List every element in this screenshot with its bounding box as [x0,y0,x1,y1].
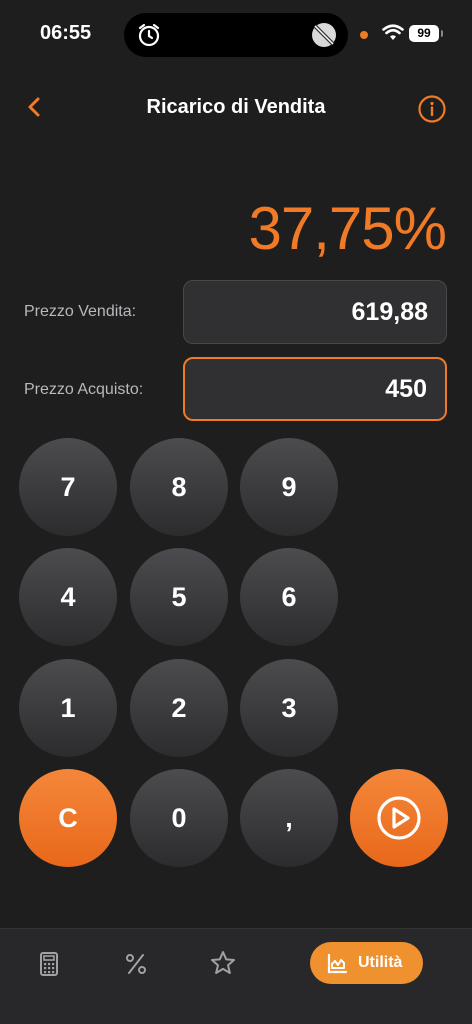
page-title: Ricarico di Vendita [146,96,326,118]
key-2[interactable]: 2 [130,659,228,757]
key-3[interactable]: 3 [240,659,338,757]
battery-indicator: 99 [409,25,443,42]
timer-icon [138,23,160,47]
play-circle-icon [377,796,421,840]
key-8[interactable]: 8 [130,438,228,536]
key-5[interactable]: 5 [130,548,228,646]
purchase-price-label: Prezzo Acquisto: [24,381,144,398]
wifi-icon [382,24,404,40]
calculator-icon[interactable] [36,951,62,977]
tab-utilities-label: Utilità [358,954,403,971]
key-6[interactable]: 6 [240,548,338,646]
status-time: 06:55 [40,22,92,44]
status-bar: 06:55 99 [0,0,472,70]
sale-price-field[interactable]: 619,88 [183,280,447,344]
dynamic-island [124,13,348,57]
percent-icon[interactable] [123,951,149,977]
star-icon[interactable] [210,950,236,976]
key-0[interactable]: 0 [130,769,228,867]
calculate-button[interactable] [350,769,448,867]
tab-utilities[interactable]: Utilità [310,942,423,984]
key-4[interactable]: 4 [19,548,117,646]
chart-icon [327,953,348,974]
sale-price-label: Prezzo Vendita: [24,303,137,320]
key-7[interactable]: 7 [19,438,117,536]
purchase-price-field[interactable]: 450 [183,357,447,421]
tab-bar: Utilità [0,928,472,1024]
privacy-indicator [360,31,368,39]
clear-button[interactable]: C [19,769,117,867]
key-9[interactable]: 9 [240,438,338,536]
do-not-disturb-icon [312,23,336,47]
result-display: 37,75% [248,195,447,262]
key-1[interactable]: 1 [19,659,117,757]
info-icon[interactable] [417,94,447,124]
comma-key[interactable]: , [240,769,338,867]
